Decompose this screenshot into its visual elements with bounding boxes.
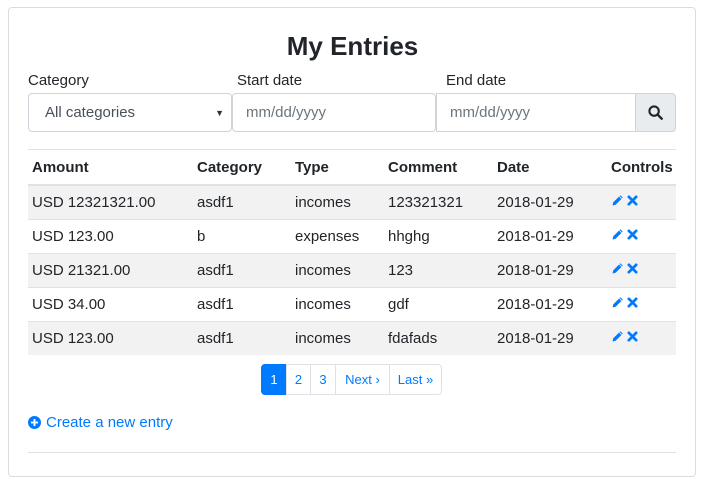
cell-category: asdf1 xyxy=(193,253,291,288)
entries-table: Amount Category Type Comment Date Contro… xyxy=(28,149,676,355)
start-date-label: Start date xyxy=(237,72,303,89)
category-label: Category xyxy=(28,72,89,89)
table-row: USD 12321321.00 asdf1 incomes 123321321 2018… xyxy=(28,184,676,220)
start-date-input[interactable]: mm/dd/yyyy xyxy=(232,93,436,132)
cell-comment: hhghg xyxy=(384,219,493,254)
close-icon[interactable] xyxy=(627,229,638,240)
cell-date: 2018-01-29 xyxy=(493,321,607,355)
pencil-icon[interactable] xyxy=(611,330,624,343)
cell-amount: USD 34.00 xyxy=(28,287,193,322)
page-1-button[interactable]: 1 xyxy=(261,364,287,395)
category-select[interactable]: All categories ▼ xyxy=(28,93,232,132)
table-row: USD 123.00 b expenses hhghg 2018-01-29 xyxy=(28,219,676,254)
cell-date: 2018-01-29 xyxy=(493,253,607,288)
cell-controls xyxy=(607,253,676,288)
last-page-button[interactable]: Last » xyxy=(389,364,442,395)
create-entry-link[interactable]: Create a new entry xyxy=(28,414,173,431)
search-icon xyxy=(648,105,663,120)
bottom-divider xyxy=(28,452,676,453)
header-amount: Amount xyxy=(28,149,193,186)
close-icon[interactable] xyxy=(627,297,638,308)
cell-type: incomes xyxy=(291,184,384,220)
cell-date: 2018-01-29 xyxy=(493,287,607,322)
table-row: USD 21321.00 asdf1 incomes 123 2018-01-29 xyxy=(28,253,676,288)
header-comment: Comment xyxy=(384,149,493,186)
pencil-icon[interactable] xyxy=(611,262,624,275)
pencil-icon[interactable] xyxy=(611,228,624,241)
cell-date: 2018-01-29 xyxy=(493,184,607,220)
pagination: 1 2 3 Next › Last » xyxy=(261,364,442,395)
cell-type: incomes xyxy=(291,253,384,288)
cell-amount: USD 21321.00 xyxy=(28,253,193,288)
caret-down-icon: ▼ xyxy=(215,108,224,118)
page-title: My Entries xyxy=(286,31,419,61)
cell-category: asdf1 xyxy=(193,287,291,322)
cell-category: b xyxy=(193,219,291,254)
table-header-row: Amount Category Type Comment Date Contro… xyxy=(28,149,676,186)
cell-category: asdf1 xyxy=(193,184,291,220)
cell-controls xyxy=(607,219,676,254)
cell-comment: gdf xyxy=(384,287,493,322)
cell-comment: 123 xyxy=(384,253,493,288)
table-row: USD 123.00 asdf1 incomes fdafads 2018-01-29 xyxy=(28,321,676,355)
table-row: USD 34.00 asdf1 incomes gdf 2018-01-29 xyxy=(28,287,676,322)
cell-controls xyxy=(607,321,676,355)
close-icon[interactable] xyxy=(627,195,638,206)
page-2-button[interactable]: 2 xyxy=(286,364,311,395)
close-icon[interactable] xyxy=(627,331,638,342)
next-page-button[interactable]: Next › xyxy=(335,364,390,395)
cell-amount: USD 123.00 xyxy=(28,321,193,355)
cell-type: incomes xyxy=(291,287,384,322)
cell-comment: fdafads xyxy=(384,321,493,355)
end-date-label: End date xyxy=(446,72,507,89)
header-type: Type xyxy=(291,149,384,186)
cell-type: incomes xyxy=(291,321,384,355)
cell-amount: USD 12321321.00 xyxy=(28,184,193,220)
pencil-icon[interactable] xyxy=(611,296,624,309)
cell-controls xyxy=(607,287,676,322)
end-date-input[interactable]: mm/dd/yyyy xyxy=(436,93,636,132)
cell-amount: USD 123.00 xyxy=(28,219,193,254)
start-date-placeholder: mm/dd/yyyy xyxy=(246,104,327,121)
category-select-value: All categories xyxy=(45,104,136,121)
close-icon[interactable] xyxy=(627,263,638,274)
cell-controls xyxy=(607,184,676,220)
cell-category: asdf1 xyxy=(193,321,291,355)
header-controls: Controls xyxy=(607,149,676,186)
create-entry-label: Create a new entry xyxy=(46,414,173,431)
header-category: Category xyxy=(193,149,291,186)
cell-date: 2018-01-29 xyxy=(493,219,607,254)
end-date-placeholder: mm/dd/yyyy xyxy=(450,104,531,121)
cell-type: expenses xyxy=(291,219,384,254)
plus-circle-icon xyxy=(28,416,41,429)
search-button[interactable] xyxy=(635,93,676,132)
page-3-button[interactable]: 3 xyxy=(310,364,336,395)
header-date: Date xyxy=(493,149,607,186)
pencil-icon[interactable] xyxy=(611,194,624,207)
cell-comment: 123321321 xyxy=(384,184,493,220)
